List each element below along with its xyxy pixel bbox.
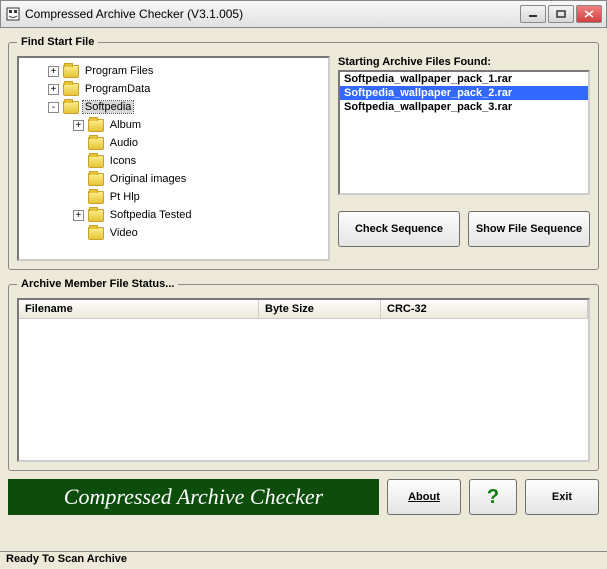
folder-icon xyxy=(88,227,104,240)
tree-item[interactable]: Pt Hlp xyxy=(21,188,326,206)
expand-icon[interactable]: + xyxy=(73,120,84,131)
folder-icon xyxy=(88,137,104,150)
tree-lines xyxy=(21,226,71,240)
about-button[interactable]: About xyxy=(387,479,461,515)
expand-icon[interactable]: + xyxy=(48,84,59,95)
status-bar: Ready To Scan Archive xyxy=(0,551,607,569)
tree-item-label: Softpedia xyxy=(83,101,133,113)
tree-item[interactable]: + Album xyxy=(21,116,326,134)
close-button[interactable] xyxy=(576,5,602,23)
folder-icon xyxy=(88,119,104,132)
window-controls xyxy=(520,5,602,23)
archive-member-status-group: Archive Member File Status... Filename B… xyxy=(8,278,599,471)
tree-lines xyxy=(21,136,71,150)
tree-item-label: Program Files xyxy=(83,65,155,77)
expand-icon[interactable]: + xyxy=(48,66,59,77)
tree-item[interactable]: Video xyxy=(21,224,326,242)
tree-lines xyxy=(21,208,71,222)
find-start-legend: Find Start File xyxy=(17,36,98,48)
tree-item-label: Icons xyxy=(108,155,138,167)
help-button[interactable]: ? xyxy=(469,479,517,515)
folder-tree[interactable]: + Program Files + ProgramData - Softpedia +… xyxy=(17,56,330,261)
app-icon xyxy=(5,6,21,22)
question-icon: ? xyxy=(487,486,499,509)
find-start-file-group: Find Start File + Program Files + ProgramD… xyxy=(8,36,599,270)
folder-icon xyxy=(88,191,104,204)
tree-item-label: Original images xyxy=(108,173,188,185)
minimize-button[interactable] xyxy=(520,5,546,23)
tree-item-label: Pt Hlp xyxy=(108,191,142,203)
tree-lines xyxy=(21,172,71,186)
col-crc32[interactable]: CRC-32 xyxy=(381,300,588,318)
tree-item[interactable]: + ProgramData xyxy=(21,80,326,98)
collapse-icon[interactable]: - xyxy=(48,102,59,113)
found-file-item[interactable]: Softpedia_wallpaper_pack_1.rar xyxy=(340,72,588,86)
tree-item-label: ProgramData xyxy=(83,83,152,95)
show-file-sequence-button[interactable]: Show File Sequence xyxy=(468,211,590,247)
window-title: Compressed Archive Checker (V3.1.005) xyxy=(25,7,520,21)
tree-item-label: Softpedia Tested xyxy=(108,209,194,221)
tree-lines xyxy=(21,190,71,204)
folder-icon xyxy=(63,65,79,78)
tree-item[interactable]: Audio xyxy=(21,134,326,152)
titlebar: Compressed Archive Checker (V3.1.005) xyxy=(0,0,607,28)
app-banner: Compressed Archive Checker xyxy=(8,479,379,515)
member-table-header: Filename Byte Size CRC-32 xyxy=(19,300,588,319)
maximize-button[interactable] xyxy=(548,5,574,23)
tree-lines xyxy=(21,82,46,96)
folder-icon xyxy=(88,209,104,222)
member-table[interactable]: Filename Byte Size CRC-32 xyxy=(17,298,590,462)
found-file-item[interactable]: Softpedia_wallpaper_pack_3.rar xyxy=(340,100,588,114)
expand-icon[interactable]: + xyxy=(73,210,84,221)
tree-lines xyxy=(21,154,71,168)
member-status-legend: Archive Member File Status... xyxy=(17,278,178,290)
tree-lines xyxy=(21,118,71,132)
tree-item-label: Album xyxy=(108,119,143,131)
folder-icon xyxy=(88,155,104,168)
tree-lines xyxy=(21,64,46,78)
folder-icon xyxy=(63,83,79,96)
tree-item[interactable]: Icons xyxy=(21,152,326,170)
tree-item[interactable]: + Program Files xyxy=(21,62,326,80)
tree-lines xyxy=(21,100,46,114)
folder-icon xyxy=(88,173,104,186)
tree-item-label: Video xyxy=(108,227,140,239)
folder-icon xyxy=(63,101,79,114)
tree-item-label: Audio xyxy=(108,137,140,149)
about-label: About xyxy=(408,491,440,503)
col-byte-size[interactable]: Byte Size xyxy=(259,300,381,318)
col-filename[interactable]: Filename xyxy=(19,300,259,318)
check-sequence-button[interactable]: Check Sequence xyxy=(338,211,460,247)
tree-item[interactable]: Original images xyxy=(21,170,326,188)
tree-item[interactable]: - Softpedia xyxy=(21,98,326,116)
found-file-item[interactable]: Softpedia_wallpaper_pack_2.rar xyxy=(340,86,588,100)
exit-button[interactable]: Exit xyxy=(525,479,599,515)
found-files-label: Starting Archive Files Found: xyxy=(338,56,590,68)
found-files-list[interactable]: Softpedia_wallpaper_pack_1.rarSoftpedia_… xyxy=(338,70,590,195)
tree-item[interactable]: + Softpedia Tested xyxy=(21,206,326,224)
